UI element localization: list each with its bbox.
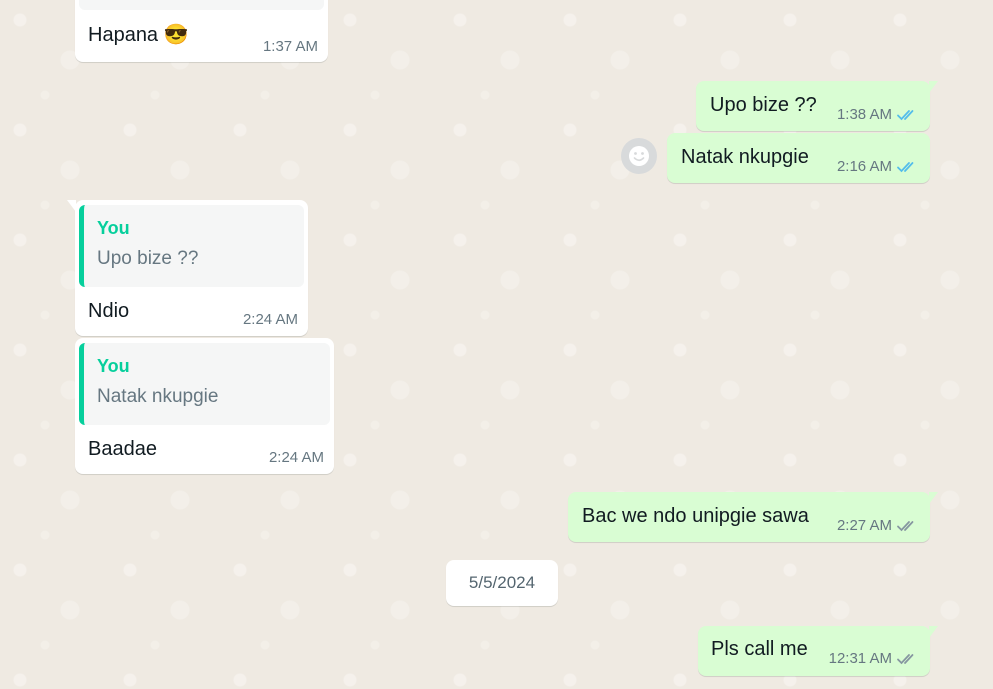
quoted-message-remnant: [79, 0, 324, 10]
message-time: 2:24 AM: [242, 311, 298, 328]
message-time: 1:38 AM: [836, 106, 892, 123]
message-bubble-incoming[interactable]: You Natak nkupgie Baadae 2:24 AM: [75, 338, 334, 474]
quote-author: You: [97, 356, 130, 376]
message-bubble-incoming[interactable]: Hapana 😎 1:37 AM: [75, 0, 328, 62]
double-check-icon: [897, 653, 914, 664]
message-text: Baadae: [88, 438, 157, 460]
quote-text: Natak nkupgie: [97, 386, 219, 407]
message-text: Ndio: [88, 300, 130, 322]
date-separator: 5/5/2024: [446, 560, 558, 606]
message-meta: 2:16 AM: [837, 158, 920, 175]
message-meta: 2:27 AM: [837, 517, 920, 534]
smiley-icon: [629, 146, 649, 166]
message-bubble-outgoing[interactable]: Pls call me 12:31 AM: [698, 626, 938, 676]
double-check-icon: [897, 520, 914, 531]
message-time: 2:24 AM: [268, 449, 324, 466]
message-meta: 12:31 AM: [829, 650, 920, 667]
message-time: 12:31 AM: [828, 650, 892, 667]
double-check-icon: [897, 161, 914, 172]
reaction-button[interactable]: [621, 138, 657, 174]
quote-text: Upo bize ??: [97, 248, 199, 269]
message-bubble-incoming[interactable]: You Upo bize ?? Ndio 2:24 AM: [67, 200, 308, 336]
date-separator-label: 5/5/2024: [468, 573, 536, 592]
message-time: 1:37 AM: [262, 38, 318, 55]
message-text: Natak nkupgie: [681, 146, 809, 168]
message-text: Hapana 😎: [88, 24, 189, 46]
message-text: Bac we ndo unipgie sawa: [582, 505, 809, 527]
message-time: 2:16 AM: [836, 158, 892, 175]
message-text: Pls call me: [711, 638, 808, 660]
message-text: Upo bize ??: [710, 94, 817, 116]
message-time: 2:27 AM: [836, 517, 892, 534]
quoted-message[interactable]: You Natak nkupgie: [79, 343, 330, 425]
double-check-icon: [897, 109, 914, 120]
quoted-message[interactable]: You Upo bize ??: [79, 205, 304, 287]
message-bubble-outgoing[interactable]: Bac we ndo unipgie sawa 2:27 AM: [568, 492, 938, 542]
message-bubble-outgoing[interactable]: Upo bize ?? 1:38 AM: [696, 81, 938, 131]
message-bubble-outgoing[interactable]: Natak nkupgie 2:16 AM: [667, 133, 930, 183]
quote-author: You: [97, 218, 130, 238]
message-meta: 1:38 AM: [837, 106, 920, 123]
